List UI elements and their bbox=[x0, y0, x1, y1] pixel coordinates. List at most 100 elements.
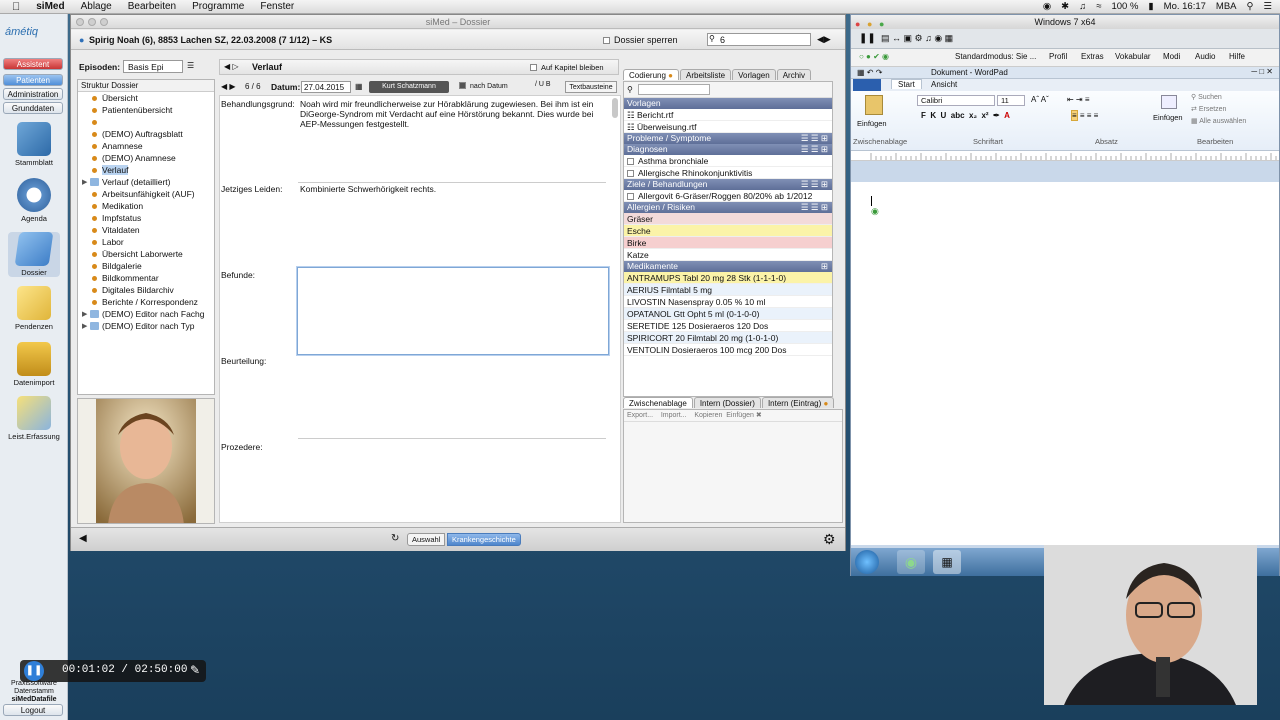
form-scrollbar[interactable] bbox=[612, 98, 618, 118]
copy-button[interactable]: Kopieren bbox=[694, 412, 722, 419]
window-close-button[interactable] bbox=[76, 18, 84, 26]
tree-item[interactable]: Impfstatus bbox=[78, 212, 214, 224]
list-indent-icons[interactable]: ⇤ ⇥ ≡ bbox=[1067, 95, 1090, 104]
diagnosis-item[interactable]: Allergische Rhinokonjunktivitis bbox=[624, 167, 832, 179]
medication-item[interactable]: OPATANOL Gtt Opht 5 ml (0-1-0-0) bbox=[624, 308, 832, 320]
doctor-button[interactable]: Kurt Schatzmann bbox=[369, 81, 449, 93]
text-blocks-button[interactable]: Textbausteine bbox=[565, 81, 617, 93]
wordpad-document[interactable]: ◉ bbox=[851, 182, 1279, 545]
text-format-icons[interactable]: / U B bbox=[535, 81, 551, 88]
pencil-icon[interactable]: ✎ bbox=[190, 663, 200, 677]
apple-icon[interactable]:  bbox=[12, 1, 20, 13]
window-minimize-button[interactable] bbox=[88, 18, 96, 26]
diagnoses-tools-icon[interactable]: ☰ ☰ ⊞ bbox=[801, 144, 828, 155]
after-date-checkbox[interactable]: nach Datum bbox=[459, 82, 508, 90]
windows-start-icon[interactable] bbox=[855, 550, 879, 574]
template-item[interactable]: ☷ Bericht.rtf bbox=[624, 109, 832, 121]
krankengeschichte-button[interactable]: Krankengeschichte bbox=[447, 533, 521, 546]
tree-item[interactable]: Digitales Bildarchiv bbox=[78, 284, 214, 296]
allergy-item[interactable]: Gräser bbox=[624, 213, 832, 225]
diagnosis-item[interactable]: Asthma bronchiale bbox=[624, 155, 832, 167]
select-all-command[interactable]: ▦ Alle auswählen bbox=[1191, 117, 1246, 125]
footer-back-icon[interactable]: ◀ bbox=[79, 533, 87, 544]
menu-hilfe[interactable]: Hilfe bbox=[1229, 52, 1245, 61]
keep-chapter-checkbox[interactable]: Auf Kapitel bleiben bbox=[530, 63, 604, 72]
medication-item[interactable]: LIVOSTIN Nasenspray 0.05 % 10 ml bbox=[624, 296, 832, 308]
menu-audio[interactable]: Audio bbox=[1195, 52, 1215, 61]
menu-ablage[interactable]: Ablage bbox=[81, 1, 112, 12]
medication-item[interactable]: SERETIDE 125 Dosieraeros 120 Dos bbox=[624, 320, 832, 332]
search-command[interactable]: ⚲ Suchen bbox=[1191, 93, 1222, 101]
tree-item[interactable]: Übersicht Laborwerte bbox=[78, 248, 214, 260]
allergy-item[interactable]: Birke bbox=[624, 237, 832, 249]
menu-bearbeiten[interactable]: Bearbeiten bbox=[128, 1, 176, 12]
leist-erfassung-nav[interactable]: Leist.Erfassung bbox=[8, 396, 60, 441]
insert-label[interactable]: Einfügen bbox=[1153, 113, 1183, 122]
problems-tools-icon[interactable]: ☰ ☰ ⊞ bbox=[801, 133, 828, 144]
date-input[interactable]: 27.04.2015 bbox=[301, 81, 351, 93]
tree-item[interactable]: ▶ (DEMO) Editor nach Fachg bbox=[78, 308, 214, 320]
meds-tools-icon[interactable]: ⊞ bbox=[821, 261, 828, 272]
allergies-tools-icon[interactable]: ☰ ☰ ⊞ bbox=[801, 202, 828, 213]
template-item[interactable]: ☷ Überweisung.rtf bbox=[624, 121, 832, 133]
record-icon[interactable]: ◉ bbox=[1043, 1, 1051, 12]
tab-vorlagen[interactable]: Vorlagen bbox=[732, 69, 776, 80]
menu-modi[interactable]: Modi bbox=[1163, 52, 1180, 61]
replace-command[interactable]: ⇄ Ersetzen bbox=[1191, 105, 1226, 113]
dragon-icons[interactable]: ○ ● ✔ ◉ bbox=[859, 52, 889, 61]
allergy-item[interactable]: Katze bbox=[624, 249, 832, 261]
auswahl-button[interactable]: Auswahl bbox=[407, 533, 446, 546]
ribbon-tab-start[interactable]: Start bbox=[891, 79, 922, 89]
tree-item[interactable]: Vitaldaten bbox=[78, 224, 214, 236]
medication-item[interactable]: VENTOLIN Dosieraeros 100 mcg 200 Dos bbox=[624, 344, 832, 356]
gear-icon[interactable]: ⚙ bbox=[823, 531, 836, 548]
tree-item[interactable]: Patientenübersicht bbox=[78, 104, 214, 116]
calendar-icon[interactable]: ▦ bbox=[355, 82, 363, 91]
paste-button[interactable]: Einfügen bbox=[726, 412, 754, 419]
allergy-item[interactable]: Esche bbox=[624, 225, 832, 237]
tree-item[interactable]: Labor bbox=[78, 236, 214, 248]
tree-item[interactable]: Medikation bbox=[78, 200, 214, 212]
font-style-icons[interactable]: F K U abc x₂ x² ✒ A bbox=[921, 111, 1010, 120]
nav-arrows-icon[interactable]: ◀ ▷ bbox=[224, 62, 239, 71]
ribbon-tab-ansicht[interactable]: Ansicht bbox=[931, 80, 957, 89]
font-size-input[interactable]: 11 bbox=[997, 95, 1025, 106]
goals-tools-icon[interactable]: ☰ ☰ ⊞ bbox=[801, 179, 828, 190]
current-illness-field[interactable]: Kombinierte Schwerhörigkeit rechts. bbox=[300, 184, 612, 194]
grow-shrink-font-icons[interactable]: Aˆ Aˇ bbox=[1031, 95, 1049, 104]
font-name-input[interactable]: Calibri bbox=[917, 95, 995, 106]
spotlight-icon[interactable]: ⚲ bbox=[1247, 1, 1254, 12]
findings-field[interactable] bbox=[297, 267, 609, 355]
administration-button[interactable]: Administration bbox=[3, 88, 63, 100]
export-button[interactable]: Export... bbox=[627, 412, 653, 419]
datenimport-nav[interactable]: Datenimport bbox=[8, 342, 60, 387]
medication-item[interactable]: SPIRICORT 20 Filmtabl 20 mg (1-0-1-0) bbox=[624, 332, 832, 344]
volume-icon[interactable]: ♫ bbox=[1079, 1, 1086, 12]
window-zoom-button[interactable] bbox=[100, 18, 108, 26]
tree-item[interactable] bbox=[78, 116, 214, 128]
align-icons[interactable]: ≡ ≡ ≡ ≡ bbox=[1071, 110, 1098, 121]
expand-arrow-icon[interactable]: ▶ bbox=[82, 321, 87, 333]
episodes-select[interactable]: Basis Epi bbox=[123, 60, 183, 73]
bluetooth-icon[interactable]: ✱ bbox=[1061, 1, 1069, 12]
menu-app-name[interactable]: siMed bbox=[36, 1, 64, 12]
pause-recording-icon[interactable]: ❚❚ bbox=[24, 661, 44, 681]
menubar-clock[interactable]: Mo. 16:17 bbox=[1164, 1, 1206, 12]
pause-vm-icon[interactable]: ❚❚ bbox=[859, 33, 876, 44]
coding-search-input[interactable] bbox=[638, 84, 710, 95]
battery-status[interactable]: 100 % bbox=[1111, 1, 1138, 12]
search-input[interactable]: 6 bbox=[707, 33, 811, 46]
clipboard-paste-icon[interactable] bbox=[865, 95, 883, 115]
file-menu-button[interactable] bbox=[853, 79, 881, 91]
medication-item[interactable]: AERIUS Filmtabl 5 mg bbox=[624, 284, 832, 296]
tab-archiv[interactable]: Archiv bbox=[776, 69, 811, 80]
dossier-nav[interactable]: Dossier bbox=[8, 232, 60, 277]
wordpad-quick-icons[interactable]: ▦ ↶ ↷ bbox=[857, 68, 882, 77]
tab-codierung[interactable]: Codierung ● bbox=[623, 69, 679, 80]
tree-item[interactable]: Arbeitsunfähigkeit (AUF) bbox=[78, 188, 214, 200]
back-forward-icon[interactable]: ◀▶ bbox=[817, 34, 831, 45]
episodes-menu-icon[interactable]: ☰ bbox=[187, 61, 194, 70]
menu-programme[interactable]: Programme bbox=[192, 1, 244, 12]
insert-object-icon[interactable] bbox=[1161, 95, 1177, 109]
tree-item[interactable]: ▶ (DEMO) Editor nach Typ bbox=[78, 320, 214, 332]
